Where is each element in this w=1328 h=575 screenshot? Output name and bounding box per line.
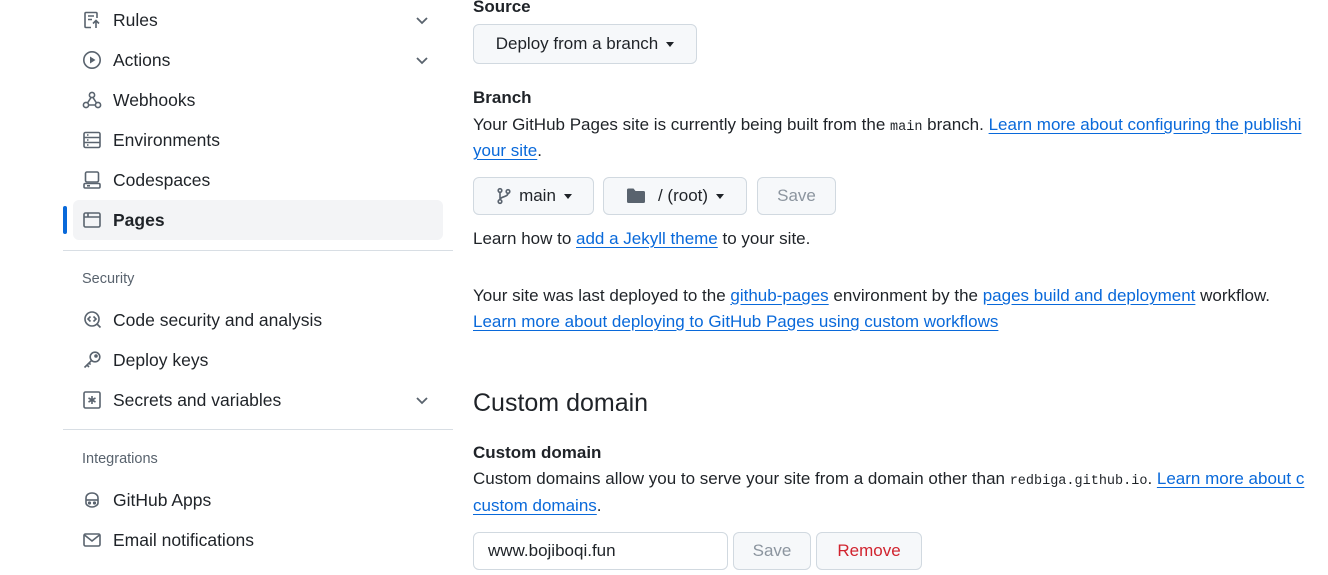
- deploy-learn-line: Learn more about deploying to GitHub Pag…: [473, 309, 998, 335]
- custom-domain-desc-text: .: [596, 496, 602, 515]
- deploy-text: Your site was last deployed to the: [473, 286, 731, 305]
- custom-domain-label: Custom domain: [473, 443, 602, 462]
- custom-domains-link[interactable]: custom domains: [473, 496, 597, 515]
- custom-domain-input[interactable]: [473, 532, 728, 570]
- deploy-status-line: Your site was last deployed to the githu…: [473, 283, 1270, 309]
- sidebar-item-deploy-keys[interactable]: Deploy keys: [73, 340, 443, 380]
- jekyll-text: Learn how to: [473, 229, 577, 248]
- branch-save-button[interactable]: Save: [757, 177, 836, 215]
- section-heading-security: Security: [82, 271, 135, 287]
- sidebar-divider: [63, 429, 453, 430]
- custom-domain-save-button[interactable]: Save: [733, 532, 811, 570]
- caret-down-icon: [716, 193, 725, 199]
- custom-domain-desc-text: .: [1147, 469, 1157, 488]
- default-domain-code: redbiga.github.io: [1009, 474, 1148, 489]
- copilot-icon: [81, 489, 103, 511]
- folder-icon: [626, 187, 646, 205]
- github-pages-env-link[interactable]: github-pages: [730, 286, 828, 305]
- sidebar-item-webhooks[interactable]: Webhooks: [73, 80, 443, 120]
- codespaces-icon: [81, 169, 103, 191]
- sidebar-item-pages[interactable]: Pages: [73, 200, 443, 240]
- sidebar-item-label: Codespaces: [113, 169, 211, 190]
- webhook-icon: [81, 89, 103, 111]
- branch-desc-text: .: [537, 141, 542, 160]
- jekyll-line: Learn how to add a Jekyll theme to your …: [473, 226, 810, 252]
- custom-domain-heading: Custom domain: [473, 389, 649, 417]
- sidebar-item-label: Rules: [113, 9, 158, 30]
- sidebar-item-label: Environments: [113, 129, 220, 150]
- folder-select-label: / (root): [657, 186, 709, 205]
- sidebar-item-label: Code security and analysis: [113, 309, 323, 330]
- sidebar-item-label: Pages: [113, 209, 165, 230]
- rules-icon: [81, 9, 103, 31]
- sidebar-item-email-notifications[interactable]: Email notifications: [73, 520, 443, 560]
- branch-desc-text: branch.: [922, 115, 989, 134]
- section-heading-integrations: Integrations: [82, 451, 158, 467]
- custom-domain-description-line2: custom domains.: [473, 493, 602, 519]
- sidebar-item-secrets[interactable]: Secrets and variables: [73, 380, 443, 420]
- source-label: Source: [473, 0, 531, 16]
- browser-icon: [81, 209, 103, 231]
- source-dropdown[interactable]: Deploy from a branch: [473, 24, 697, 64]
- custom-domain-desc-text: Custom domains allow you to serve your s…: [473, 469, 1010, 488]
- git-branch-icon: [495, 187, 513, 205]
- sidebar-item-environments[interactable]: Environments: [73, 120, 443, 160]
- learn-more-custom-domains-link[interactable]: Learn more about c: [1157, 469, 1304, 488]
- codescan-icon: [81, 309, 103, 331]
- folder-select-button[interactable]: / (root): [603, 177, 747, 215]
- branch-code: main: [890, 120, 923, 135]
- asterisk-icon: [81, 389, 103, 411]
- sidebar-item-label: Actions: [113, 49, 171, 70]
- sidebar-item-label: Webhooks: [113, 89, 196, 110]
- jekyll-text: to your site.: [717, 229, 811, 248]
- learn-more-custom-workflows-link[interactable]: Learn more about deploying to GitHub Pag…: [473, 312, 998, 331]
- sidebar-item-github-apps[interactable]: GitHub Apps: [73, 480, 443, 520]
- pages-settings-main: Source Deploy from a branch Branch Your …: [473, 0, 1328, 575]
- learn-more-configuring-link[interactable]: Learn more about configuring the publish…: [989, 115, 1302, 134]
- sidebar-item-label: Secrets and variables: [113, 389, 282, 410]
- chevron-down-icon: [413, 51, 431, 69]
- add-jekyll-theme-link[interactable]: add a Jekyll theme: [576, 229, 718, 248]
- branch-description-line2: your site.: [473, 138, 542, 164]
- server-icon: [81, 129, 103, 151]
- settings-sidebar: Rules Actions Webhooks Environments Code…: [0, 0, 460, 575]
- active-indicator: [63, 206, 67, 234]
- source-dropdown-label: Deploy from a branch: [495, 34, 659, 53]
- custom-domain-remove-button[interactable]: Remove: [816, 532, 922, 570]
- sidebar-item-codespaces[interactable]: Codespaces: [73, 160, 443, 200]
- branch-label: Branch: [473, 88, 532, 107]
- deploy-text: environment by the: [828, 286, 983, 305]
- sidebar-item-label: Deploy keys: [113, 349, 209, 370]
- caret-down-icon: [666, 41, 675, 47]
- play-circle-icon: [81, 49, 103, 71]
- branch-select-button[interactable]: main: [473, 177, 594, 215]
- sidebar-item-label: GitHub Apps: [113, 489, 212, 510]
- chevron-down-icon: [413, 11, 431, 29]
- chevron-down-icon: [413, 391, 431, 409]
- sidebar-item-code-security[interactable]: Code security and analysis: [73, 300, 443, 340]
- sidebar-item-label: Email notifications: [113, 529, 255, 550]
- branch-description: Your GitHub Pages site is currently bein…: [473, 112, 1301, 141]
- sidebar-divider: [63, 250, 453, 251]
- caret-down-icon: [563, 193, 572, 199]
- branch-select-label: main: [519, 186, 556, 205]
- your-site-link[interactable]: your site: [473, 141, 537, 160]
- branch-desc-text: Your GitHub Pages site is currently bein…: [473, 115, 891, 134]
- sidebar-item-actions[interactable]: Actions: [73, 40, 443, 80]
- pages-build-deployment-link[interactable]: pages build and deployment: [983, 286, 1196, 305]
- mail-icon: [81, 529, 103, 551]
- sidebar-item-rules[interactable]: Rules: [73, 0, 443, 40]
- custom-domain-description: Custom domains allow you to serve your s…: [473, 466, 1304, 495]
- deploy-text: workflow.: [1195, 286, 1271, 305]
- key-icon: [81, 349, 103, 371]
